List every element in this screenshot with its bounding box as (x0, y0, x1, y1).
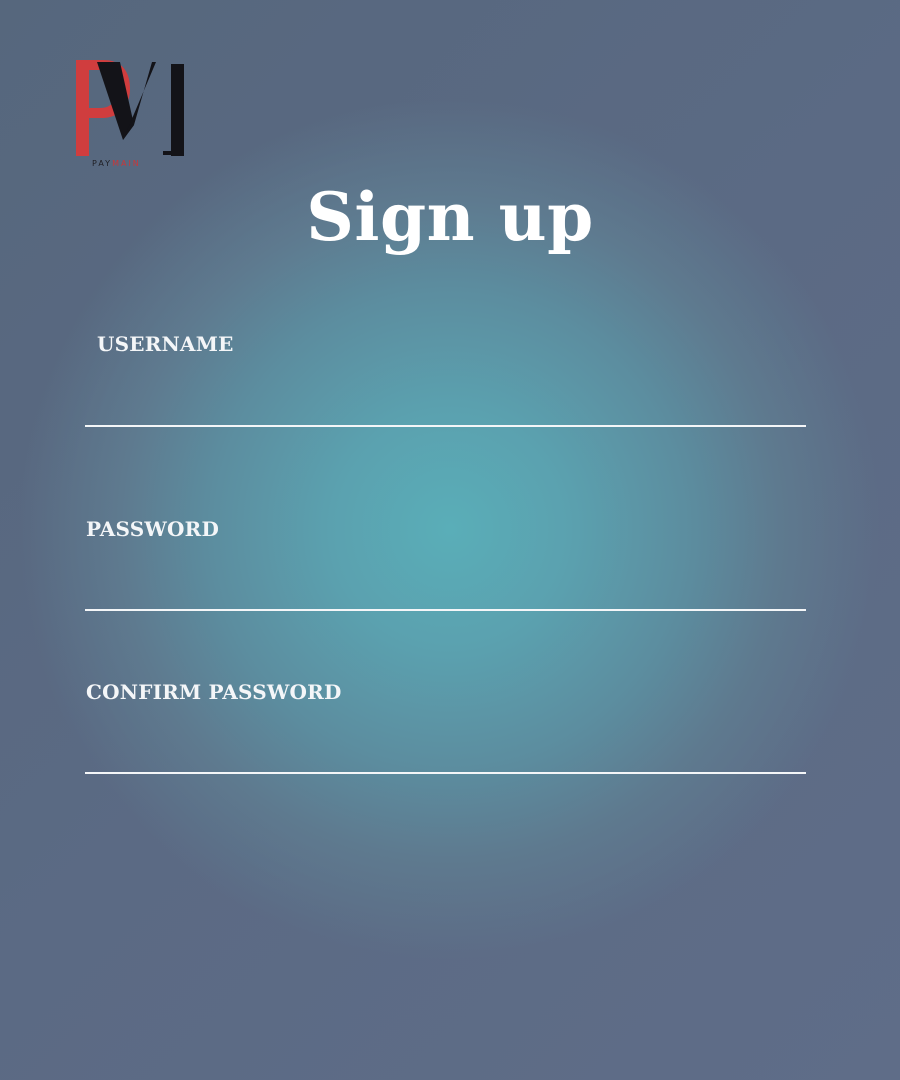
confirm-password-label: CONFIRM PASSWORD (86, 680, 342, 704)
page-title: Sign up (306, 178, 594, 256)
password-input[interactable] (85, 565, 806, 607)
username-underline (85, 425, 806, 427)
brand-logo: PAYMAIN (70, 58, 190, 178)
logo-caption-primary: PAY (92, 159, 113, 168)
username-input[interactable] (85, 381, 806, 423)
password-underline (85, 609, 806, 611)
username-label: USERNAME (97, 332, 234, 356)
password-label: PASSWORD (86, 517, 219, 541)
confirm-password-input[interactable] (85, 729, 806, 771)
logo-caption-accent: MAIN (112, 159, 141, 168)
logo-caption: PAYMAIN (92, 159, 192, 168)
confirm-password-underline (85, 772, 806, 774)
